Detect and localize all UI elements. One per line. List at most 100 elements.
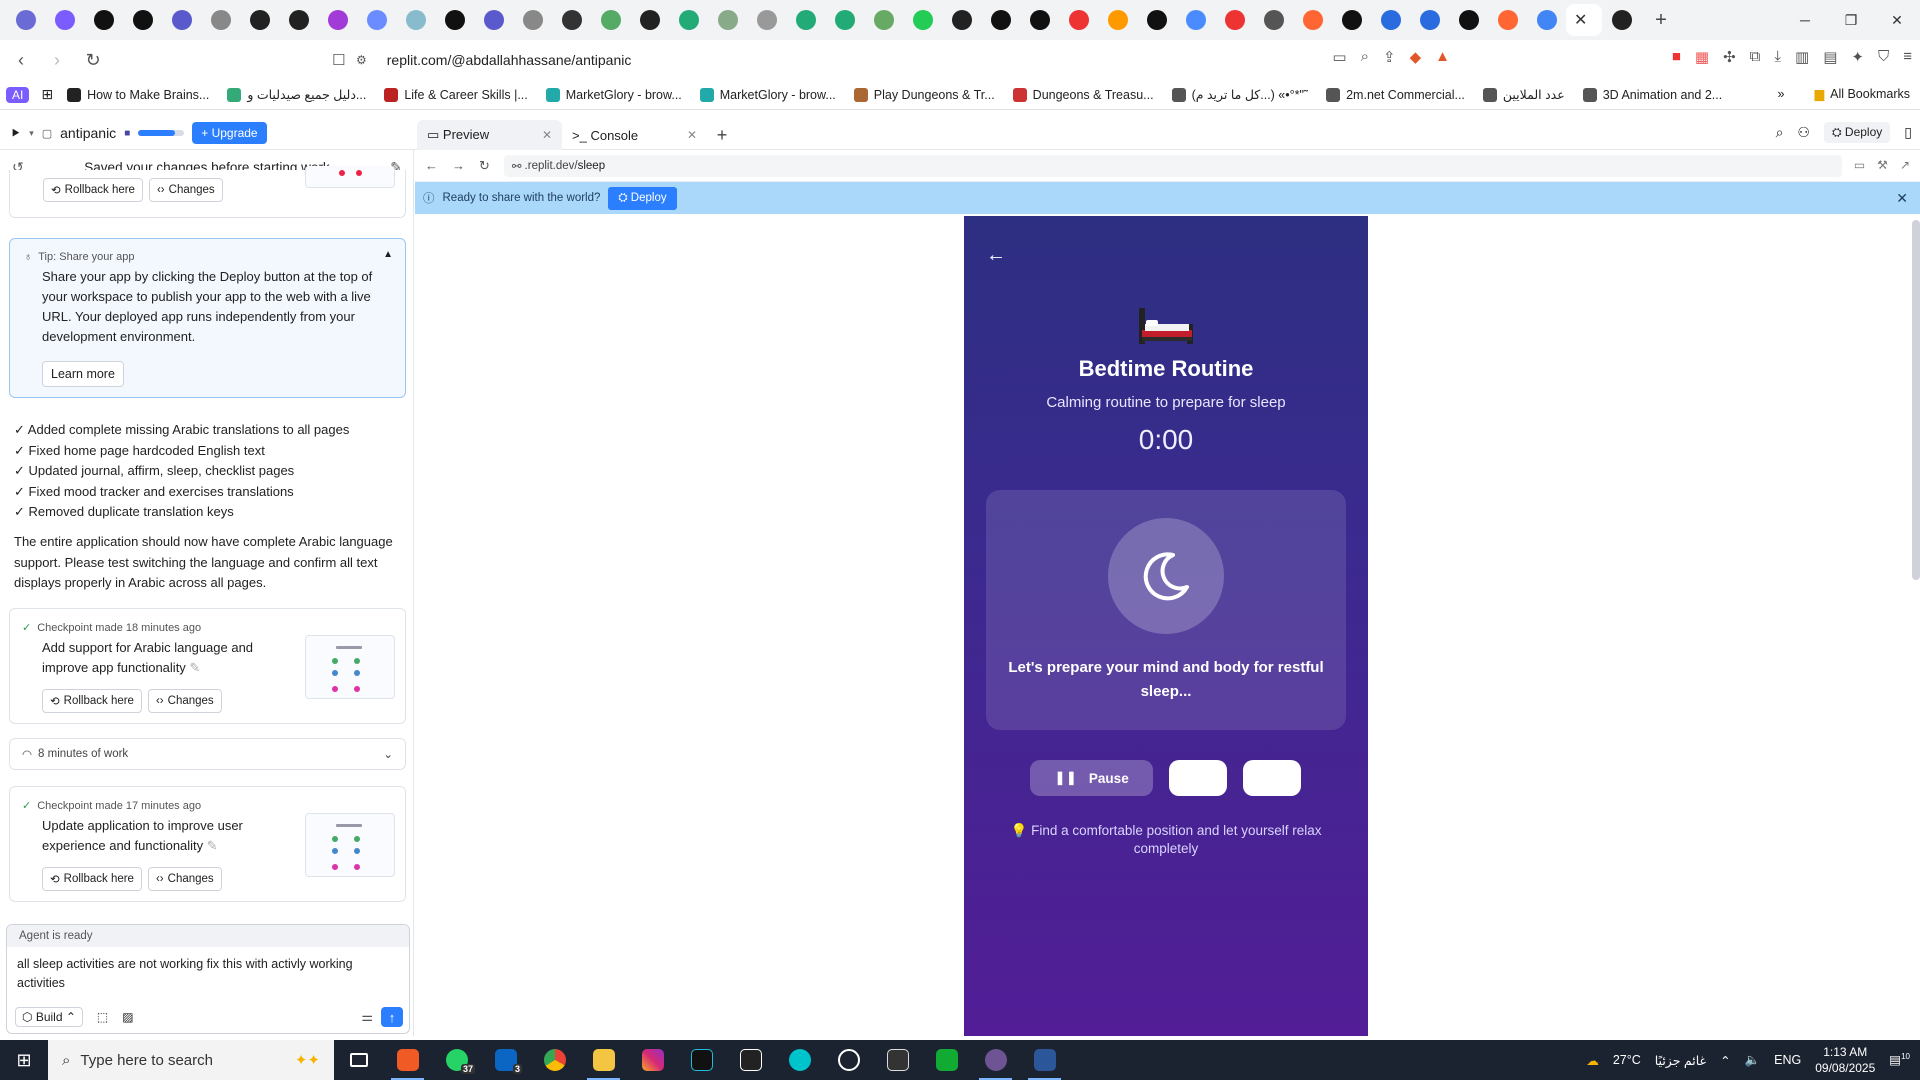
chevron-right-icon[interactable]: »: [1778, 87, 1785, 101]
file-explorer-icon[interactable]: [579, 1040, 628, 1080]
weather-icon[interactable]: ☁: [1586, 1053, 1599, 1068]
cast-icon[interactable]: ▭: [1332, 48, 1346, 66]
checkpoint-thumbnail[interactable]: [305, 813, 395, 877]
bookmark-item[interactable]: Dungeons & Treasu...: [1012, 87, 1154, 102]
chevron-up-icon[interactable]: ▲: [383, 249, 393, 260]
all-bookmarks-link[interactable]: All Bookmarks: [1830, 87, 1910, 101]
browser-tab[interactable]: [1020, 4, 1059, 36]
download-icon[interactable]: ⤓: [1774, 48, 1781, 66]
weather-text[interactable]: غائم جزئيًا: [1655, 1053, 1706, 1068]
browser-tab[interactable]: [981, 4, 1020, 36]
browser-tab[interactable]: [942, 4, 981, 36]
blank-button[interactable]: [1169, 760, 1227, 796]
browser-tab[interactable]: [1410, 4, 1449, 36]
browser-tab[interactable]: [786, 4, 825, 36]
github-taskbar-icon[interactable]: [971, 1040, 1020, 1080]
chevron-down-icon[interactable]: ⌄: [383, 747, 393, 761]
tab-console[interactable]: >_ Console ✕: [562, 120, 707, 150]
minimize-button[interactable]: ─: [1782, 0, 1828, 40]
browser-tab[interactable]: [1449, 4, 1488, 36]
zoom-icon[interactable]: ⌕: [1361, 48, 1369, 66]
browser-tab[interactable]: [162, 4, 201, 36]
chatgpt-taskbar-icon[interactable]: [824, 1040, 873, 1080]
close-icon[interactable]: ✕: [687, 128, 697, 142]
bookmark-item[interactable]: (كل ما تريد م...) «•°*"˜: [1171, 87, 1308, 102]
rollback-button[interactable]: ⟲ Rollback here: [42, 867, 142, 891]
browser-tab[interactable]: [825, 4, 864, 36]
learn-more-button[interactable]: Learn more: [42, 361, 124, 387]
checkpoint-thumbnail[interactable]: [305, 166, 395, 188]
browser-tab[interactable]: [6, 4, 45, 36]
browser-tab[interactable]: [513, 4, 552, 36]
replit-logo-icon[interactable]: ⯈: [10, 125, 21, 142]
browser-tab[interactable]: [1527, 4, 1566, 36]
close-icon[interactable]: ✕: [1896, 190, 1908, 207]
bookmark-item[interactable]: 2m.net Commercial...: [1326, 87, 1465, 102]
apps-grid-icon[interactable]: ⊞: [41, 86, 53, 103]
new-tab-button[interactable]: +: [1641, 9, 1681, 32]
layout-icon[interactable]: ▯: [1904, 124, 1912, 141]
extensions-icon[interactable]: ✣: [1723, 48, 1736, 66]
chrome-taskbar-icon[interactable]: [530, 1040, 579, 1080]
bookmark-item[interactable]: Play Dungeons & Tr...: [853, 87, 995, 102]
brave-taskbar-icon[interactable]: [383, 1040, 432, 1080]
instagram-taskbar-icon[interactable]: [628, 1040, 677, 1080]
agent-prompt-input[interactable]: all sleep activities are not working fix…: [7, 947, 377, 1001]
browser-tab[interactable]: [1293, 4, 1332, 36]
checkpoint-thumbnail[interactable]: [305, 635, 395, 699]
search-icon[interactable]: ⌕: [1776, 124, 1784, 141]
tiktok-taskbar-icon[interactable]: [677, 1040, 726, 1080]
vpn-icon[interactable]: ⛉: [1878, 48, 1889, 66]
blank-button[interactable]: [1243, 760, 1301, 796]
send-button[interactable]: ↑: [381, 1007, 403, 1027]
scrollbar[interactable]: [1912, 220, 1920, 580]
browser-tab[interactable]: [1488, 4, 1527, 36]
browser-tab[interactable]: [903, 4, 942, 36]
edit-icon[interactable]: ✎: [189, 660, 200, 675]
terminal-taskbar-icon[interactable]: [922, 1040, 971, 1080]
chevron-up-icon[interactable]: ⌃: [1720, 1053, 1730, 1068]
devices-icon[interactable]: ▭: [1854, 158, 1865, 172]
browser-tab[interactable]: [240, 4, 279, 36]
bookmark-item[interactable]: How to Make Brains...: [67, 87, 209, 102]
browser-tab[interactable]: [435, 4, 474, 36]
settings-sliders-icon[interactable]: ⚌: [361, 1009, 373, 1025]
work-summary-toggle[interactable]: ◠ 8 minutes of work ⌄: [9, 738, 406, 770]
canva-taskbar-icon[interactable]: [775, 1040, 824, 1080]
forward-arrow-icon[interactable]: →: [452, 158, 465, 173]
browser-tab[interactable]: [318, 4, 357, 36]
capcut-taskbar-icon[interactable]: [873, 1040, 922, 1080]
browser-tab[interactable]: [864, 4, 903, 36]
add-tab-button[interactable]: +: [707, 120, 737, 150]
reload-button[interactable]: ↻: [78, 45, 108, 75]
bookmark-item[interactable]: Life & Career Skills |...: [384, 87, 528, 102]
browser-tab[interactable]: [123, 4, 162, 36]
browser-tab[interactable]: [630, 4, 669, 36]
volume-icon[interactable]: 🔈: [1745, 1053, 1761, 1068]
back-arrow-icon[interactable]: ←: [986, 244, 1006, 267]
language-indicator[interactable]: ENG: [1774, 1053, 1801, 1067]
brave-rewards-icon[interactable]: ▲: [1435, 48, 1450, 66]
active-browser-tab[interactable]: ✕: [1566, 4, 1602, 36]
browser-tab[interactable]: [747, 4, 786, 36]
browser-tab[interactable]: [1137, 4, 1176, 36]
browser-tab[interactable]: [552, 4, 591, 36]
chevron-down-icon[interactable]: ▾: [29, 128, 34, 139]
close-window-button[interactable]: ✕: [1874, 0, 1920, 40]
sidebar-icon[interactable]: ▥: [1795, 48, 1809, 66]
brave-shield-icon[interactable]: ◆: [1410, 48, 1422, 66]
browser-tab[interactable]: [201, 4, 240, 36]
deploy-button[interactable]: ⛭ Deploy: [1823, 122, 1891, 143]
browser-tab[interactable]: [1254, 4, 1293, 36]
browser-tab[interactable]: [1602, 4, 1641, 36]
tab-preview[interactable]: ▭ Preview ✕: [417, 120, 562, 150]
browser-tab[interactable]: [396, 4, 435, 36]
browser-tab[interactable]: [591, 4, 630, 36]
omnibox[interactable]: ☐ ⚙ replit.com/@abdallahhassane/antipani…: [332, 44, 1390, 76]
word-taskbar-icon[interactable]: [1020, 1040, 1069, 1080]
browser-tab[interactable]: [669, 4, 708, 36]
pause-button[interactable]: ❚❚ Pause: [1030, 760, 1153, 796]
bookmark-star-icon[interactable]: ☐: [332, 51, 345, 69]
stop-icon[interactable]: ■: [124, 128, 130, 139]
browser-tab[interactable]: [1371, 4, 1410, 36]
